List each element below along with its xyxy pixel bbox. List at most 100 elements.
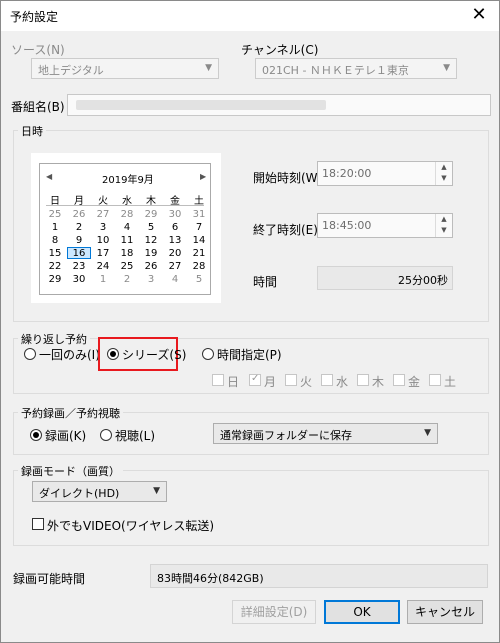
source-label: ソース(N)	[11, 43, 65, 57]
calendar-day[interactable]: 22	[43, 261, 67, 272]
calendar-day[interactable]: 24	[91, 261, 115, 272]
calendar-day[interactable]: 10	[91, 235, 115, 246]
calendar-day[interactable]: 31	[187, 209, 211, 220]
calendar-day[interactable]: 23	[67, 261, 91, 272]
end-time-spinner[interactable]: ▲ ▼	[435, 214, 452, 237]
calendar-day[interactable]: 29	[139, 209, 163, 220]
spin-down-icon[interactable]: ▼	[436, 225, 452, 236]
calendar-day-selected[interactable]: 16	[67, 247, 91, 259]
details-button[interactable]: 詳細設定(D)	[232, 600, 316, 624]
calendar-day[interactable]: 4	[115, 222, 139, 233]
calendar-day[interactable]: 27	[91, 209, 115, 220]
record-radio[interactable]	[30, 429, 42, 441]
calendar[interactable]: ◀ 2019年9月 ▶ 日 月 火 水 木 金 土 25 26 27 28 29…	[39, 163, 211, 295]
calendar-day[interactable]: 8	[43, 235, 67, 246]
title-bar: 予約設定 ✕	[1, 1, 499, 31]
repeat-time-radio[interactable]	[202, 348, 214, 360]
calendar-day[interactable]: 11	[115, 235, 139, 246]
spin-up-icon[interactable]: ▲	[436, 162, 452, 173]
chevron-down-icon: ▼	[153, 486, 160, 496]
duration-value: 25分00秒	[398, 274, 448, 287]
record-label[interactable]: 録画(K)	[45, 427, 86, 444]
watch-radio[interactable]	[100, 429, 112, 441]
chevron-down-icon: ▼	[205, 63, 212, 73]
wireless-checkbox[interactable]	[32, 518, 44, 530]
next-month-button[interactable]: ▶	[200, 172, 206, 181]
day-sat-checkbox[interactable]	[429, 374, 441, 386]
source-select[interactable]: 地上デジタル ▼	[31, 58, 219, 79]
calendar-day[interactable]: 25	[43, 209, 67, 220]
prev-month-button[interactable]: ◀	[46, 172, 52, 181]
repeat-group-title: 繰り返し予約	[18, 331, 90, 347]
day-wed-checkbox[interactable]	[321, 374, 333, 386]
calendar-day[interactable]: 1	[91, 274, 115, 285]
channel-select[interactable]: 021CH - ＮＨＫＥテレ１東京 ▼	[255, 58, 457, 79]
calendar-day[interactable]: 30	[163, 209, 187, 220]
calendar-day[interactable]: 14	[187, 235, 211, 246]
spin-up-icon[interactable]: ▲	[436, 214, 452, 225]
calendar-day[interactable]: 17	[91, 248, 115, 259]
calendar-day[interactable]: 3	[91, 222, 115, 233]
day-fri-checkbox[interactable]	[393, 374, 405, 386]
cancel-button[interactable]: キャンセル	[407, 600, 483, 624]
calendar-day[interactable]: 29	[43, 274, 67, 285]
calendar-day[interactable]: 28	[187, 261, 211, 272]
start-time-label: 開始時刻(W)	[253, 171, 323, 185]
calendar-divider	[46, 205, 204, 206]
calendar-day[interactable]: 5	[139, 222, 163, 233]
calendar-day[interactable]: 2	[67, 222, 91, 233]
calendar-day[interactable]: 21	[187, 248, 211, 259]
calendar-day[interactable]: 27	[163, 261, 187, 272]
calendar-day[interactable]: 18	[115, 248, 139, 259]
repeat-series-radio[interactable]	[107, 348, 119, 360]
calendar-day[interactable]: 19	[139, 248, 163, 259]
mode-select[interactable]: ダイレクト(HD) ▼	[32, 481, 167, 502]
day-tue-label: 火	[300, 375, 313, 389]
repeat-series-label[interactable]: シリーズ(S)	[122, 346, 186, 363]
watch-label[interactable]: 視聴(L)	[115, 427, 155, 444]
ok-button[interactable]: OK	[324, 600, 400, 624]
calendar-day[interactable]: 5	[187, 274, 211, 285]
checkmark-icon: ✓	[251, 373, 260, 384]
calendar-day[interactable]: 3	[139, 274, 163, 285]
end-time-label: 終了時刻(E)	[253, 223, 318, 237]
calendar-day[interactable]: 30	[67, 274, 91, 285]
calendar-day[interactable]: 26	[67, 209, 91, 220]
repeat-once-radio[interactable]	[24, 348, 36, 360]
calendar-day[interactable]: 2	[115, 274, 139, 285]
chevron-down-icon: ▼	[424, 428, 431, 438]
calendar-day[interactable]: 7	[187, 222, 211, 233]
calendar-day[interactable]: 25	[115, 261, 139, 272]
calendar-day[interactable]: 26	[139, 261, 163, 272]
source-value: 地上デジタル	[38, 64, 104, 77]
available-time-label: 録画可能時間	[13, 572, 86, 586]
calendar-day[interactable]: 28	[115, 209, 139, 220]
close-button[interactable]: ✕	[469, 5, 489, 25]
end-time-value: 18:45:00	[322, 219, 372, 232]
folder-select[interactable]: 通常録画フォルダーに保存 ▼	[213, 423, 438, 444]
calendar-day[interactable]: 1	[43, 222, 67, 233]
day-thu-checkbox[interactable]	[357, 374, 369, 386]
calendar-day[interactable]: 13	[163, 235, 187, 246]
calendar-day[interactable]: 4	[163, 274, 187, 285]
program-name-input[interactable]	[67, 94, 491, 116]
channel-value: 021CH - ＮＨＫＥテレ１東京	[262, 64, 409, 77]
calendar-day[interactable]: 15	[43, 248, 67, 259]
repeat-once-label[interactable]: 一回のみ(I)	[39, 346, 100, 363]
repeat-time-label[interactable]: 時間指定(P)	[217, 346, 282, 363]
day-wed-label: 水	[336, 375, 349, 389]
calendar-day[interactable]: 12	[139, 235, 163, 246]
calendar-day[interactable]: 6	[163, 222, 187, 233]
day-tue-checkbox[interactable]	[285, 374, 297, 386]
day-sun-checkbox[interactable]	[212, 374, 224, 386]
calendar-day[interactable]: 9	[67, 235, 91, 246]
wireless-label[interactable]: 外でもVIDEO(ワイヤレス転送)	[47, 517, 214, 534]
spin-down-icon[interactable]: ▼	[436, 173, 452, 184]
calendar-day[interactable]: 20	[163, 248, 187, 259]
day-mon-checkbox[interactable]: ✓	[249, 373, 261, 386]
end-time-input[interactable]: 18:45:00 ▲ ▼	[317, 213, 453, 238]
start-time-spinner[interactable]: ▲ ▼	[435, 162, 452, 185]
start-time-input[interactable]: 18:20:00 ▲ ▼	[317, 161, 453, 186]
window-title: 予約設定	[10, 10, 59, 24]
start-time-value: 18:20:00	[322, 167, 372, 180]
